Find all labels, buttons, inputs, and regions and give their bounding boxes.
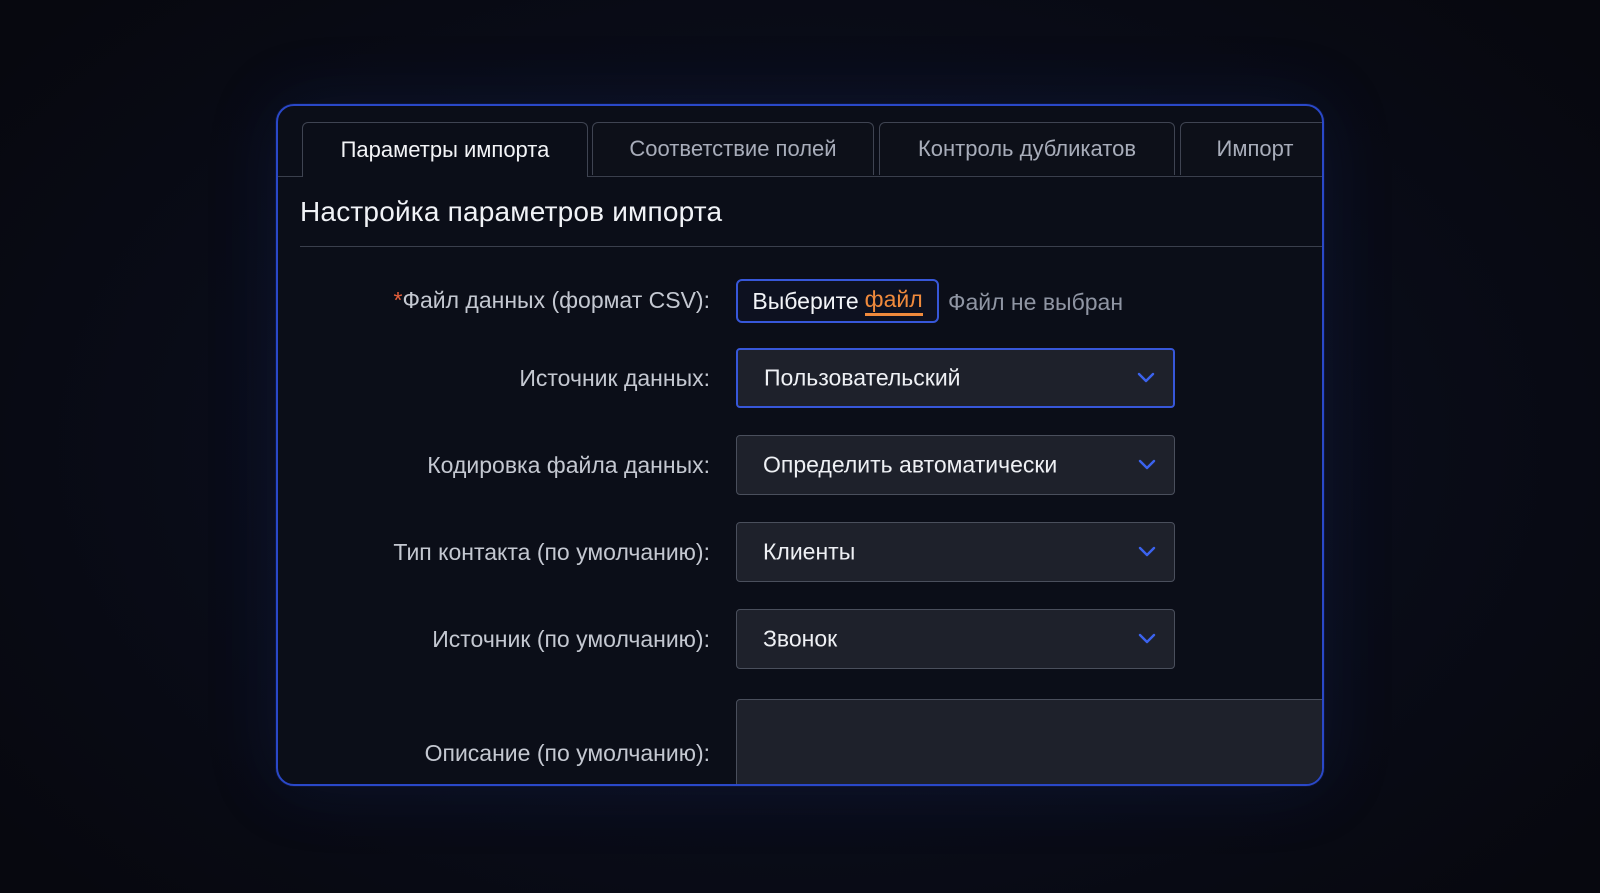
chevron-down-icon (1138, 459, 1156, 470)
file-status: Файл не выбран (948, 289, 1124, 315)
choose-file-button[interactable]: Выберите файл (736, 279, 939, 323)
chevron-down-icon (1138, 633, 1156, 644)
data-source-label: Источник данных: (519, 365, 710, 391)
source-value: Звонок (763, 625, 838, 652)
file-label: *Файл данных (формат CSV): (394, 287, 710, 314)
encoding-label: Кодировка файла данных: (427, 452, 710, 478)
encoding-value: Определить автоматически (763, 451, 1058, 478)
source-select[interactable]: Звонок (736, 609, 1175, 669)
contact-type-value: Клиенты (763, 538, 856, 565)
choose-file-accent: файл (864, 286, 923, 316)
tab-bar: Параметры импорта Соответствие полей Кон… (278, 106, 1322, 177)
chevron-down-icon (1137, 372, 1155, 383)
import-dialog: Параметры импорта Соответствие полей Кон… (276, 104, 1324, 786)
description-label: Описание (по умолчанию): (424, 740, 710, 766)
chevron-down-icon (1138, 546, 1156, 557)
tab-label: Контроль дубликатов (917, 136, 1137, 161)
data-source-select[interactable]: Пользовательский (736, 348, 1175, 408)
contact-type-label: Тип контакта (по умолчанию): (393, 539, 710, 565)
tab-duplicate-control[interactable]: Контроль дубликатов (879, 122, 1175, 175)
tab-field-mapping[interactable]: Соответствие полей (592, 122, 874, 175)
tab-label: Параметры импорта (340, 137, 550, 162)
title-divider (300, 246, 1322, 247)
tab-import[interactable]: Импорт (1180, 122, 1322, 175)
encoding-select[interactable]: Определить автоматически (736, 435, 1175, 495)
choose-file-text: Выберите (752, 287, 859, 314)
section-title: Настройка параметров импорта (300, 196, 723, 227)
file-label-text: Файл данных (формат CSV): (402, 287, 710, 313)
tab-import-parameters[interactable]: Параметры импорта (302, 122, 588, 177)
tab-label: Соответствие полей (629, 136, 837, 161)
tab-label: Импорт (1216, 136, 1294, 161)
source-label: Источник (по умолчанию): (432, 626, 710, 652)
contact-type-select[interactable]: Клиенты (736, 522, 1175, 582)
description-textarea[interactable] (736, 699, 1322, 784)
data-source-value: Пользовательский (764, 364, 961, 391)
